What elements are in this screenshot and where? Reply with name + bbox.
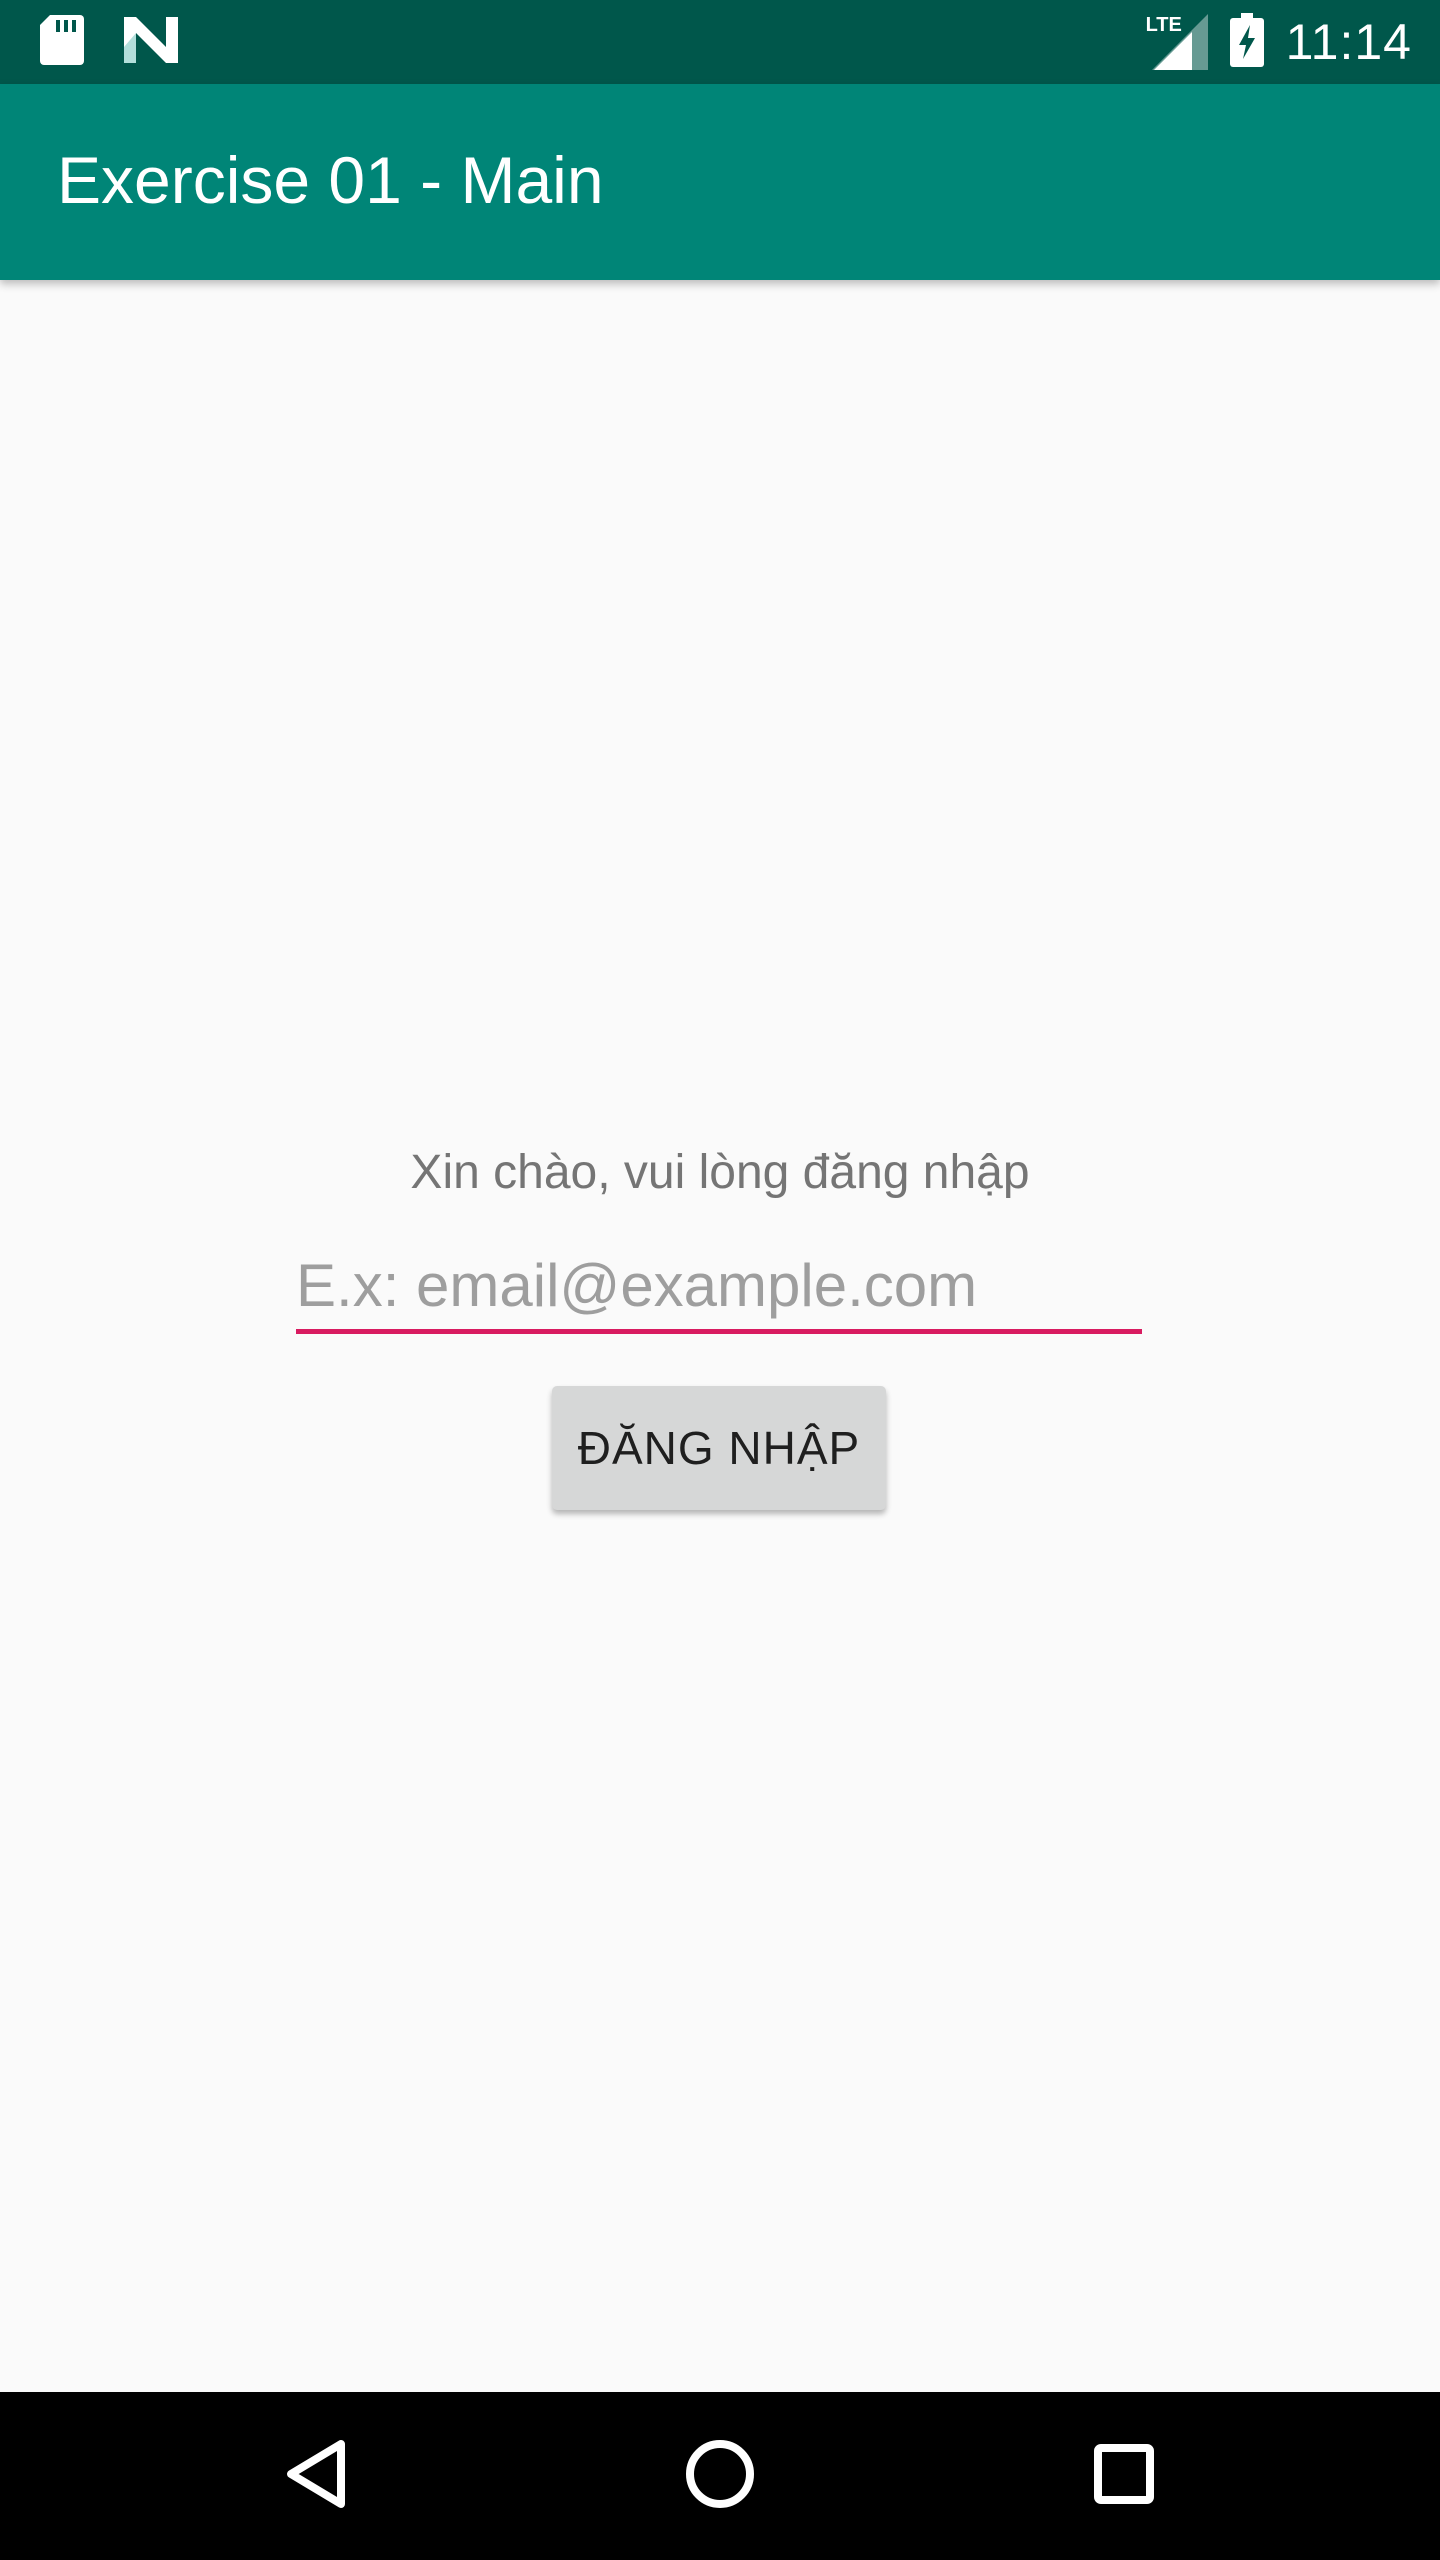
battery-charging-icon: [1229, 12, 1264, 72]
lte-signal-icon: LTE: [1144, 14, 1208, 70]
recents-icon: [1092, 2442, 1156, 2511]
home-icon: [684, 2438, 756, 2515]
home-button[interactable]: [660, 2416, 780, 2536]
network-type-label: LTE: [1145, 14, 1182, 36]
login-button[interactable]: ĐĂNG NHẬP: [552, 1386, 886, 1510]
back-button[interactable]: [256, 2416, 376, 2536]
email-field[interactable]: [296, 1242, 1142, 1334]
app-bar: Exercise 01 - Main: [0, 84, 1440, 280]
recents-button[interactable]: [1064, 2416, 1184, 2536]
page-title: Exercise 01 - Main: [57, 143, 604, 217]
n-logo-icon: [124, 16, 178, 68]
back-icon: [283, 2438, 349, 2515]
app-screen: LTE 11:14 Exercise 01 - Main Xin chào, v…: [0, 0, 1440, 2560]
status-right-icons: LTE 11:14: [1144, 10, 1412, 74]
status-left-icons: [40, 14, 178, 70]
greeting-text: Xin chào, vui lòng đăng nhập: [410, 1146, 1030, 1199]
status-time: 11:14: [1285, 14, 1412, 70]
sd-card-icon: [40, 14, 84, 70]
navigation-bar: [0, 2392, 1440, 2560]
status-bar: LTE 11:14: [0, 0, 1440, 84]
